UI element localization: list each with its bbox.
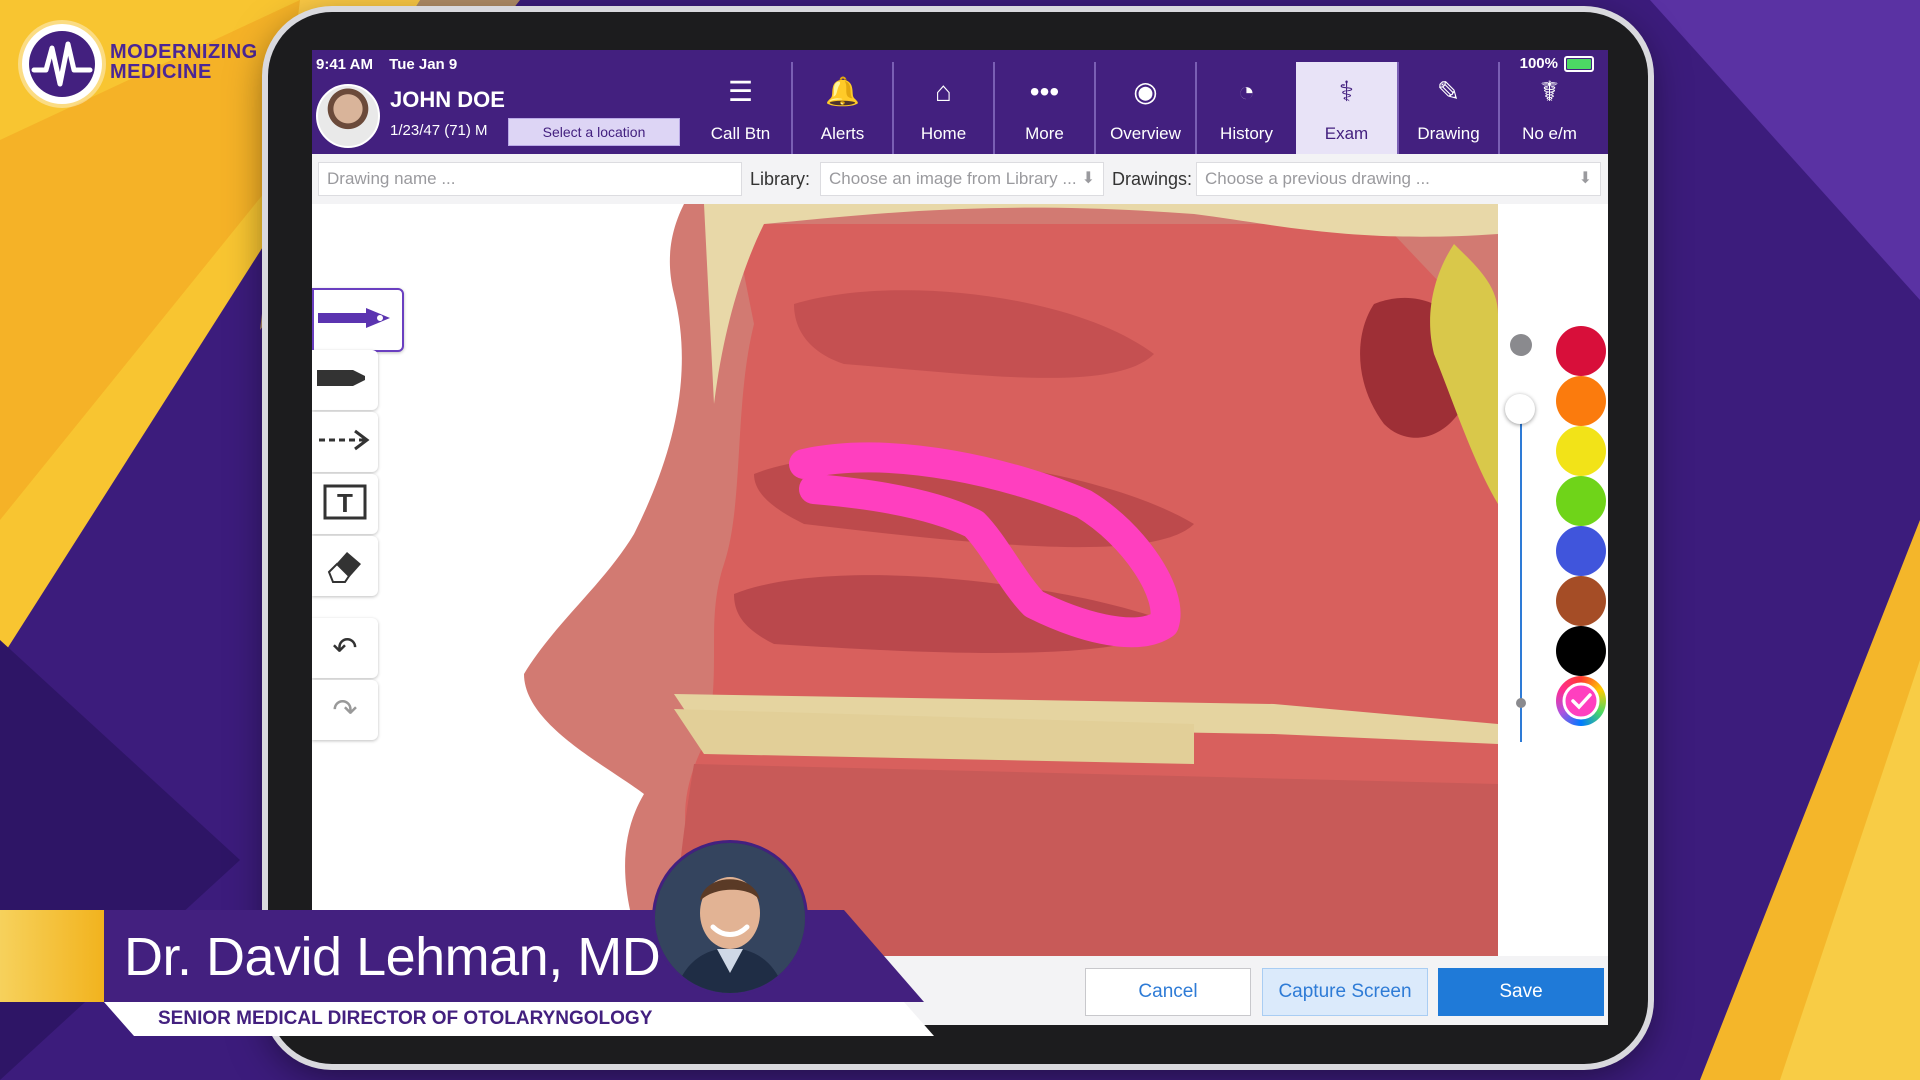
color-swatch-green[interactable] [1556,476,1606,526]
save-button[interactable]: Save [1438,968,1604,1016]
arrow-icon [317,428,373,457]
more-icon: ••• [1029,76,1060,107]
caduceus-icon: ☤ [1540,76,1559,107]
list-icon: ☰ [727,76,754,107]
brand-logo: MODERNIZING MEDICINE [22,24,302,108]
nav-item-home[interactable]: ⌂ Home [892,62,993,154]
color-swatch-black[interactable] [1556,626,1606,676]
chevron-down-icon: ⬇ [1081,170,1095,187]
nav-label: Overview [1110,124,1181,143]
drawing-name-input[interactable]: Drawing name ... [318,162,742,196]
eraser-tool-button[interactable] [312,536,378,596]
nav-label: More [1025,124,1064,143]
drawing-toolbar: Drawing name ... Library: Choose an imag… [312,154,1608,205]
marker-icon [317,366,373,395]
checkmark-icon [1562,682,1600,720]
undo-button[interactable]: ↶ [312,618,378,678]
size-small-indicator [1516,698,1526,708]
pen-tool-button[interactable] [312,288,404,352]
undo-icon: ↶ [332,631,358,665]
chevron-down-icon: ⬇ [1578,170,1592,187]
redo-icon: ↷ [332,693,358,727]
nav-item-history[interactable]: ◔ History [1195,62,1296,154]
text-tool-button[interactable]: T [312,474,378,534]
drawings-select-value: Choose a previous drawing ... [1205,169,1430,188]
status-bar: 9:41 AM Tue Jan 9 [316,56,469,73]
patient-name: JOHN DOE [390,87,505,112]
svg-text:T: T [337,488,353,518]
nav-item-exam[interactable]: ⚕ Exam [1296,62,1397,154]
pencil-icon: ✎ [1436,76,1461,107]
arrow-tool-button[interactable] [312,412,378,472]
color-swatch-brown[interactable] [1556,576,1606,626]
stroke-size-track[interactable] [1520,412,1522,742]
drawings-select[interactable]: Choose a previous drawing ... ⬇ [1196,162,1601,196]
nav-label: Home [920,124,967,143]
patient-dob: 1/23/47 (71) M [390,122,488,139]
status-time: 9:41 AM [316,56,373,73]
color-swatch-blue[interactable] [1556,526,1606,576]
nav-item-drawing[interactable]: ✎ Drawing [1397,62,1498,154]
home-icon: ⌂ [935,76,952,107]
nav-label: Drawing [1417,124,1480,143]
capture-screen-button[interactable]: Capture Screen [1262,968,1428,1016]
drawing-tools: T ↶ ↷ [312,204,404,956]
logo-line2: MEDICINE [110,61,212,83]
logo-line1: MODERNIZING [110,41,258,63]
pen-icon [318,306,398,335]
lower-third-accent [0,910,104,1002]
color-palette [1498,204,1608,956]
nav-label: History [1220,124,1273,143]
eraser-icon [323,544,367,589]
status-date: Tue Jan 9 [389,56,458,73]
nav-label: No e/m [1522,124,1577,143]
color-swatch-orange[interactable] [1556,376,1606,426]
nav-item-overview[interactable]: ◉ Overview [1094,62,1195,154]
nav-item-no-em[interactable]: ☤ No e/m [1498,62,1599,154]
stroke-size-slider-knob[interactable] [1505,394,1535,424]
presenter-headshot [652,840,808,996]
nav-item-call-btn[interactable]: ☰ Call Btn [690,62,791,154]
redo-button[interactable]: ↷ [312,680,378,740]
patient-avatar[interactable] [316,84,380,148]
marker-tool-button[interactable] [312,350,378,410]
nav-bar: ☰ Call Btn 🔔 Alerts ⌂ Home ••• More ◉ Ov… [690,62,1599,154]
app-header: 9:41 AM Tue Jan 9 100% JOHN DOE 1/23/47 … [312,50,1608,154]
bell-icon: 🔔 [825,76,860,107]
color-swatch-yellow[interactable] [1556,426,1606,476]
presenter-name: Dr. David Lehman, MD [124,927,661,987]
library-select-value: Choose an image from Library ... [829,169,1077,188]
text-icon: T [323,484,367,525]
drawings-label: Drawings: [1112,169,1193,189]
person-icon: ◉ [1133,76,1158,107]
cancel-button[interactable]: Cancel [1085,968,1251,1016]
nav-item-more[interactable]: ••• More [993,62,1094,154]
drawing-canvas[interactable]: T ↶ ↷ [312,204,1608,956]
nav-label: Call Btn [710,124,771,143]
color-swatch-red[interactable] [1556,326,1606,376]
presenter-title: SENIOR MEDICAL DIRECTOR OF OTOLARYNGOLOG… [158,1008,653,1029]
stethoscope-icon: ⚕ [1338,76,1355,107]
tablet-screen: 9:41 AM Tue Jan 9 100% JOHN DOE 1/23/47 … [312,50,1608,1025]
select-location-button[interactable]: Select a location [508,118,680,146]
nav-item-alerts[interactable]: 🔔 Alerts [791,62,892,154]
library-label: Library: [750,169,811,189]
nav-label: Alerts [820,124,865,143]
size-large-indicator [1510,334,1532,356]
nasal-anatomy-image [374,204,1498,956]
clock-icon: ◔ [1238,76,1255,107]
custom-color-swatch[interactable] [1556,676,1606,726]
logo-mark [22,24,102,104]
library-select[interactable]: Choose an image from Library ... ⬇ [820,162,1104,196]
nav-label: Exam [1324,124,1369,143]
